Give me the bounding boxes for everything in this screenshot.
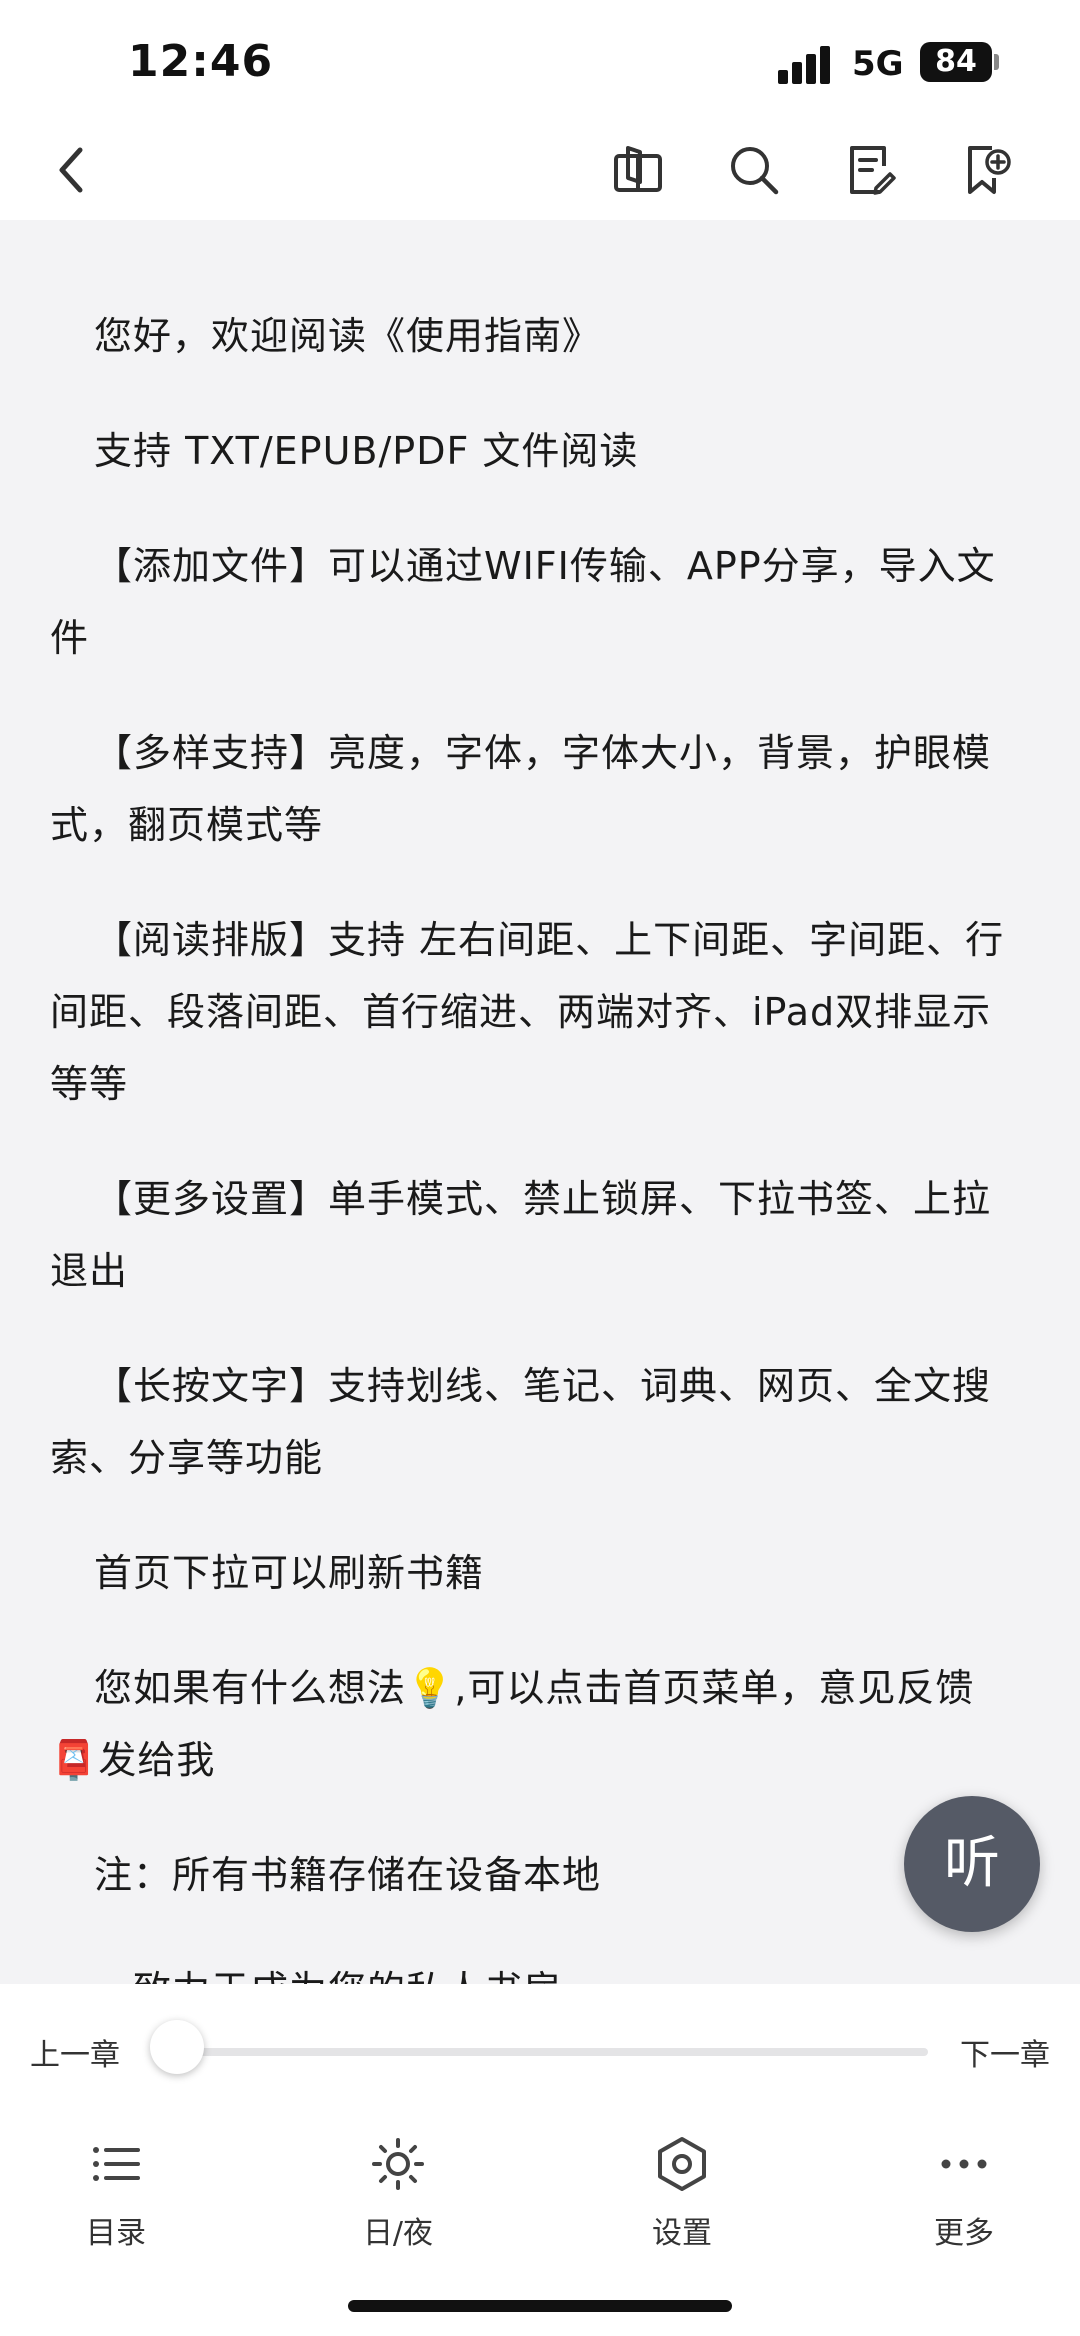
back-icon <box>59 147 83 193</box>
reading-page[interactable]: 您好，欢迎阅读《使用指南》 支持 TXT/EPUB/PDF 文件阅读 【添加文件… <box>0 220 1080 1984</box>
tab-day-night[interactable]: 日/夜 <box>308 2134 488 2252</box>
next-chapter-button[interactable]: 下一章 <box>960 2030 1050 2074</box>
home-indicator <box>348 2300 732 2312</box>
tab-label: 目录 <box>86 2216 146 2251</box>
paragraph: 【多样支持】亮度，字体，字体大小，背景，护眼模式，翻页模式等 <box>50 731 992 847</box>
tab-contents[interactable]: 目录 <box>26 2134 206 2252</box>
chapter-content: 您好，欢迎阅读《使用指南》 支持 TXT/EPUB/PDF 文件阅读 【添加文件… <box>50 300 1020 1984</box>
status-bar: 12:46 5G 84 <box>0 0 1080 120</box>
list-icon <box>93 2147 140 2181</box>
reader-toolbar <box>0 120 1080 220</box>
paragraph: 【更多设置】单手模式、禁止锁屏、下拉书签、上拉退出 <box>50 1177 992 1293</box>
slider-thumb[interactable] <box>150 2020 205 2074</box>
prev-chapter-button[interactable]: 上一章 <box>30 2030 120 2074</box>
tab-label: 设置 <box>652 2216 712 2251</box>
back-button[interactable] <box>40 138 104 202</box>
search-icon <box>731 147 779 195</box>
sun-icon <box>372 2138 424 2190</box>
battery-level: 84 <box>935 44 977 79</box>
reader-bottom-panel: 上一章 下一章 目录 日/夜 设置 更多 <box>0 1984 1080 2336</box>
paragraph: 一致力于成为您的私人书房 <box>50 1954 1020 1984</box>
tab-label: 日/夜 <box>362 2216 434 2251</box>
tab-more[interactable]: 更多 <box>874 2134 1054 2252</box>
listen-button[interactable]: 听 <box>904 1796 1040 1932</box>
paragraph: 您如果有什么想法💡,可以点击首页菜单，意见反馈📮发给我 <box>50 1666 975 1782</box>
paragraph: 支持 TXT/EPUB/PDF 文件阅读 <box>94 429 639 473</box>
battery-icon: 84 <box>920 42 992 82</box>
tab-settings[interactable]: 设置 <box>592 2134 772 2252</box>
network-type: 5G <box>852 44 904 84</box>
paragraph: 您好，欢迎阅读《使用指南》 <box>94 314 602 358</box>
settings-icon <box>658 2137 706 2191</box>
book-icon <box>614 146 662 192</box>
search-button[interactable] <box>722 138 786 202</box>
paragraph: 【阅读排版】支持 左右间距、上下间距、字间距、行间距、段落间距、首行缩进、两端对… <box>50 918 1005 1106</box>
status-time: 12:46 <box>128 36 274 87</box>
chapter-progress-slider[interactable] <box>154 2048 928 2056</box>
notes-button[interactable] <box>838 138 902 202</box>
battery-cap <box>994 54 999 70</box>
paragraph: 注：所有书籍存储在设备本地 <box>94 1853 602 1897</box>
book-info-button[interactable] <box>606 138 670 202</box>
more-icon <box>941 2159 987 2169</box>
signal-icon <box>778 44 838 84</box>
notes-icon <box>850 146 896 195</box>
add-bookmark-button[interactable] <box>954 138 1018 202</box>
paragraph: 【长按文字】支持划线、笔记、词典、网页、全文搜索、分享等功能 <box>50 1364 992 1480</box>
bookmark-add-icon <box>968 146 1011 194</box>
tab-label: 更多 <box>934 2216 994 2251</box>
paragraph: 首页下拉可以刷新书籍 <box>94 1551 485 1595</box>
paragraph: 【添加文件】可以通过WIFI传输、APP分享，导入文件 <box>50 544 996 660</box>
